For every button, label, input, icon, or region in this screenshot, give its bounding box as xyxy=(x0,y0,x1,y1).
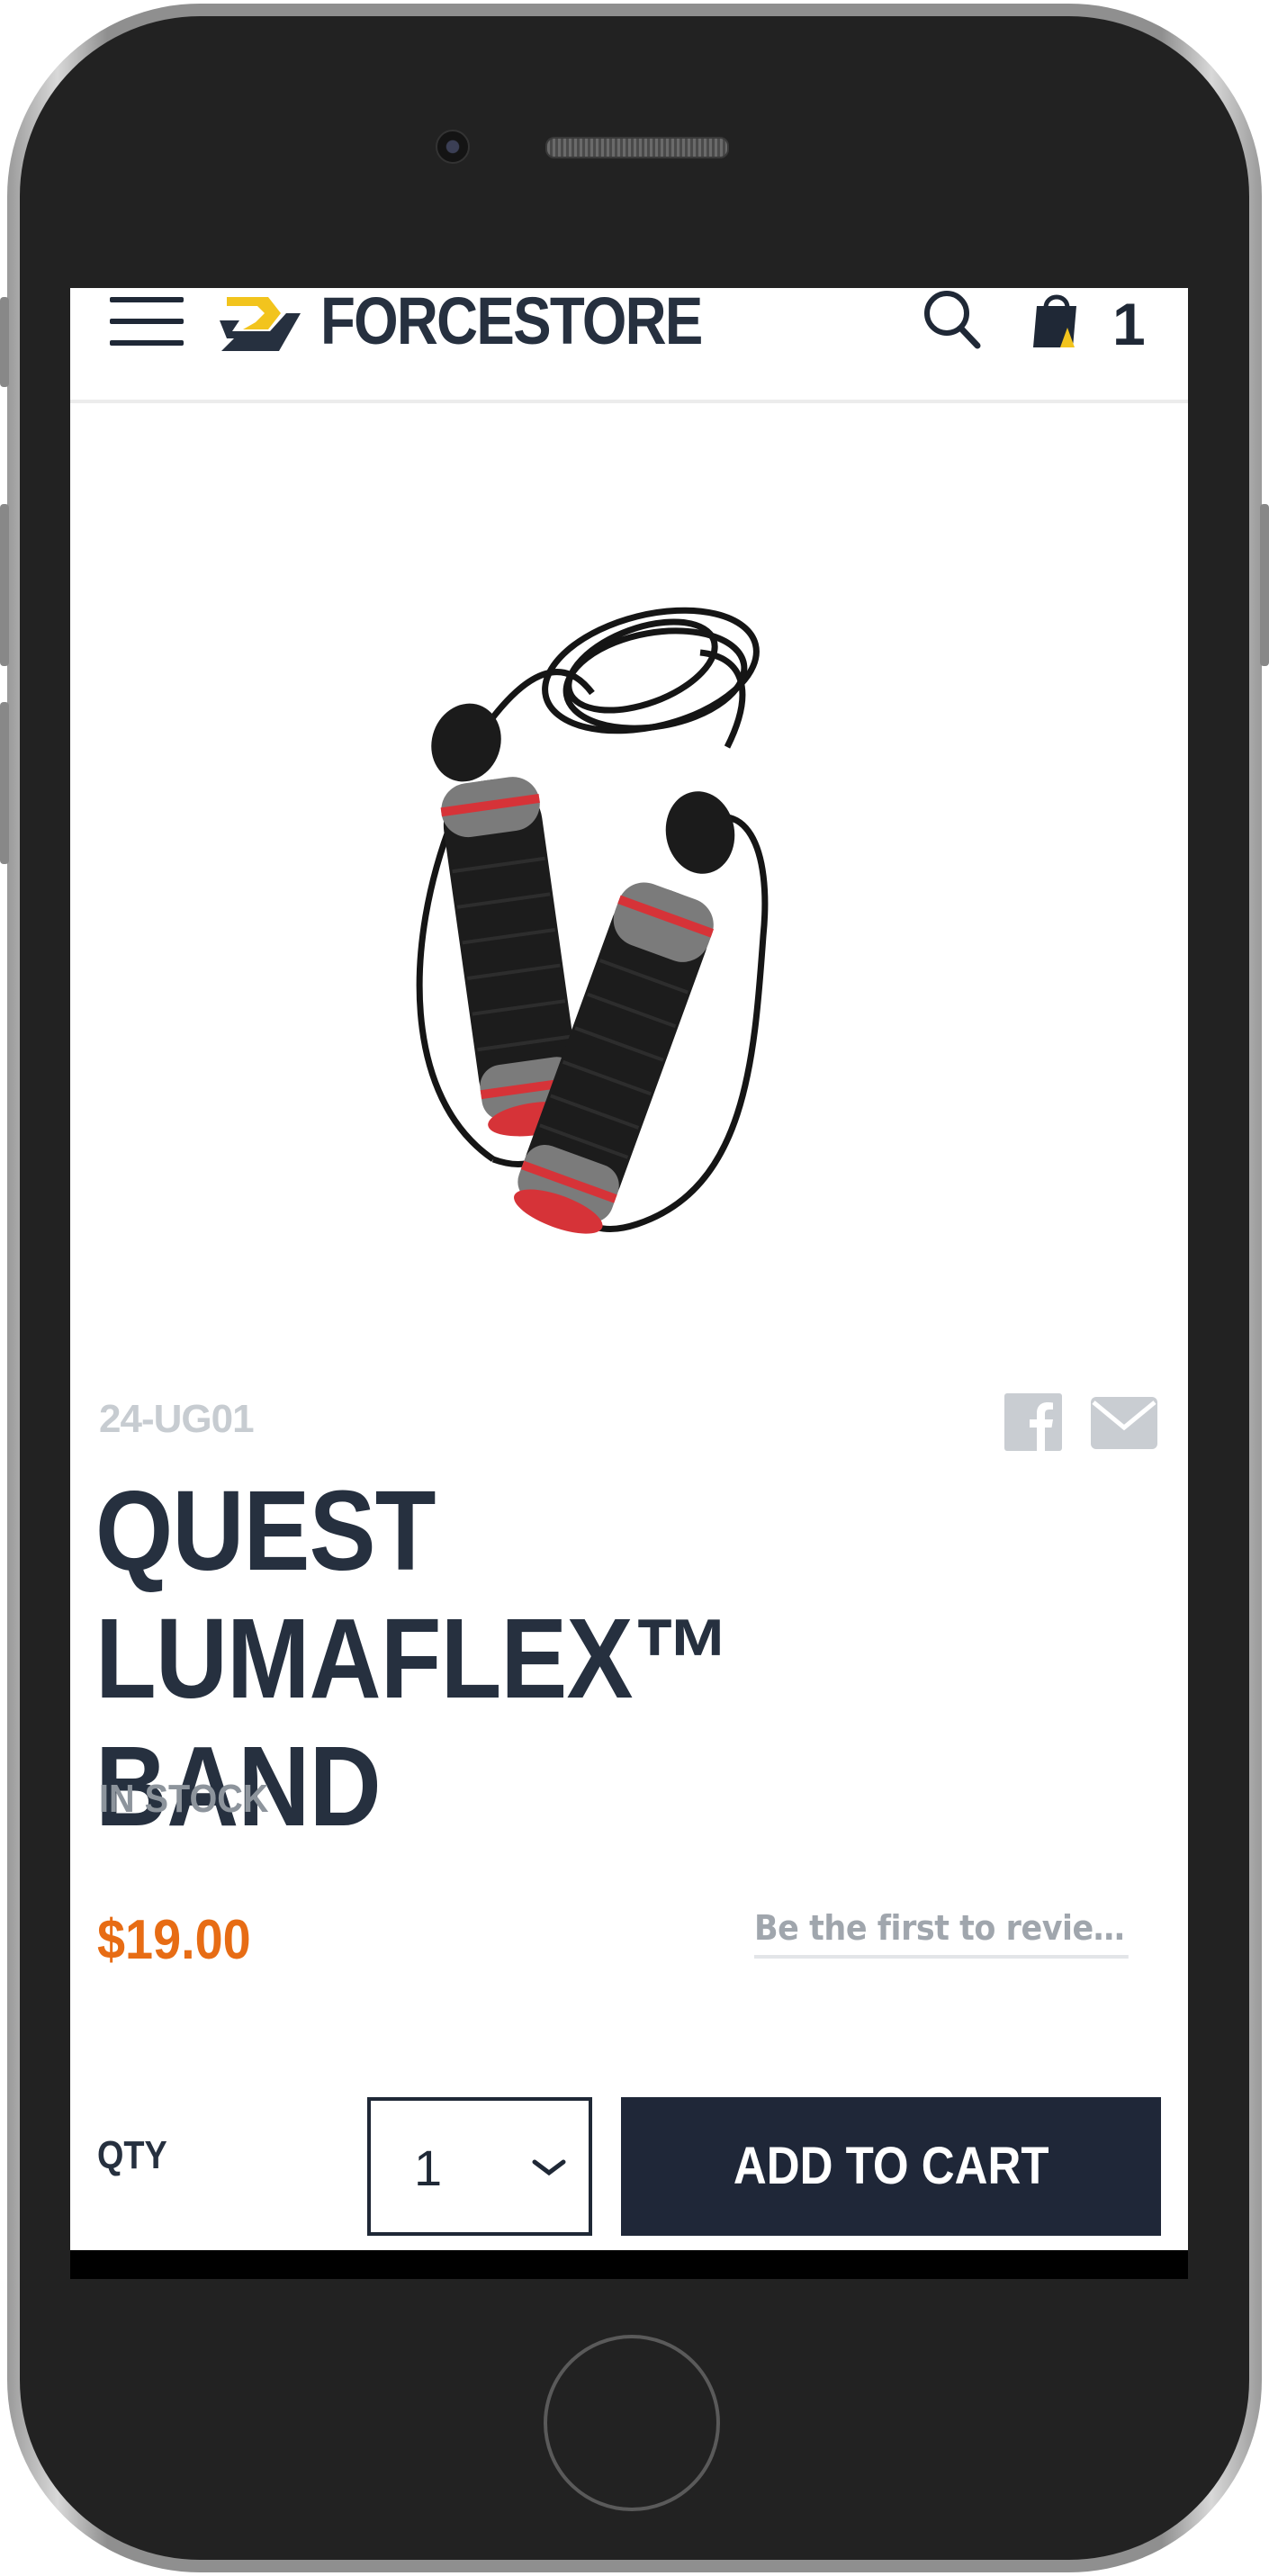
add-to-cart-label: ADD TO CART xyxy=(733,2137,1049,2195)
front-camera xyxy=(436,130,470,164)
phone-volume-up xyxy=(0,504,9,666)
forcestore-logo-icon[interactable] xyxy=(216,288,302,362)
chevron-down-icon xyxy=(532,2159,566,2176)
hamburger-icon[interactable] xyxy=(110,297,184,349)
stock-status: IN STOCK xyxy=(99,1777,269,1821)
shopping-bag-icon[interactable] xyxy=(1031,288,1082,351)
cart-count-badge[interactable]: 1 xyxy=(1112,290,1146,358)
envelope-icon[interactable] xyxy=(1091,1397,1157,1449)
qty-select[interactable]: 1 xyxy=(367,2097,592,2236)
brand-name[interactable]: FORCESTORE xyxy=(320,288,703,359)
home-button[interactable] xyxy=(544,2335,720,2511)
phone-volume-down xyxy=(0,702,9,864)
product-price: $19.00 xyxy=(97,1909,251,1971)
product-image[interactable] xyxy=(367,558,925,1251)
add-to-cart-button[interactable]: ADD TO CART xyxy=(621,2097,1161,2236)
phone-mute-switch xyxy=(0,297,9,387)
app-screen: FORCESTORE 1 24-UG01 QUEST LUMAFLEX™ BAN… xyxy=(70,288,1188,2279)
site-header: FORCESTORE 1 xyxy=(70,288,1188,403)
product-title-line-1: QUEST LUMAFLEX™ xyxy=(95,1467,732,1722)
product-sku: 24-UG01 xyxy=(99,1397,255,1441)
qty-value: 1 xyxy=(414,2139,443,2196)
earpiece-speaker xyxy=(545,137,729,158)
qty-label: QTY xyxy=(97,2133,167,2177)
facebook-icon[interactable] xyxy=(1004,1393,1062,1451)
search-icon[interactable] xyxy=(922,288,981,351)
review-link[interactable]: Be the first to review this product xyxy=(754,1908,1129,1959)
phone-power-button xyxy=(1260,504,1269,666)
screen-bottom-edge xyxy=(70,2250,1188,2279)
